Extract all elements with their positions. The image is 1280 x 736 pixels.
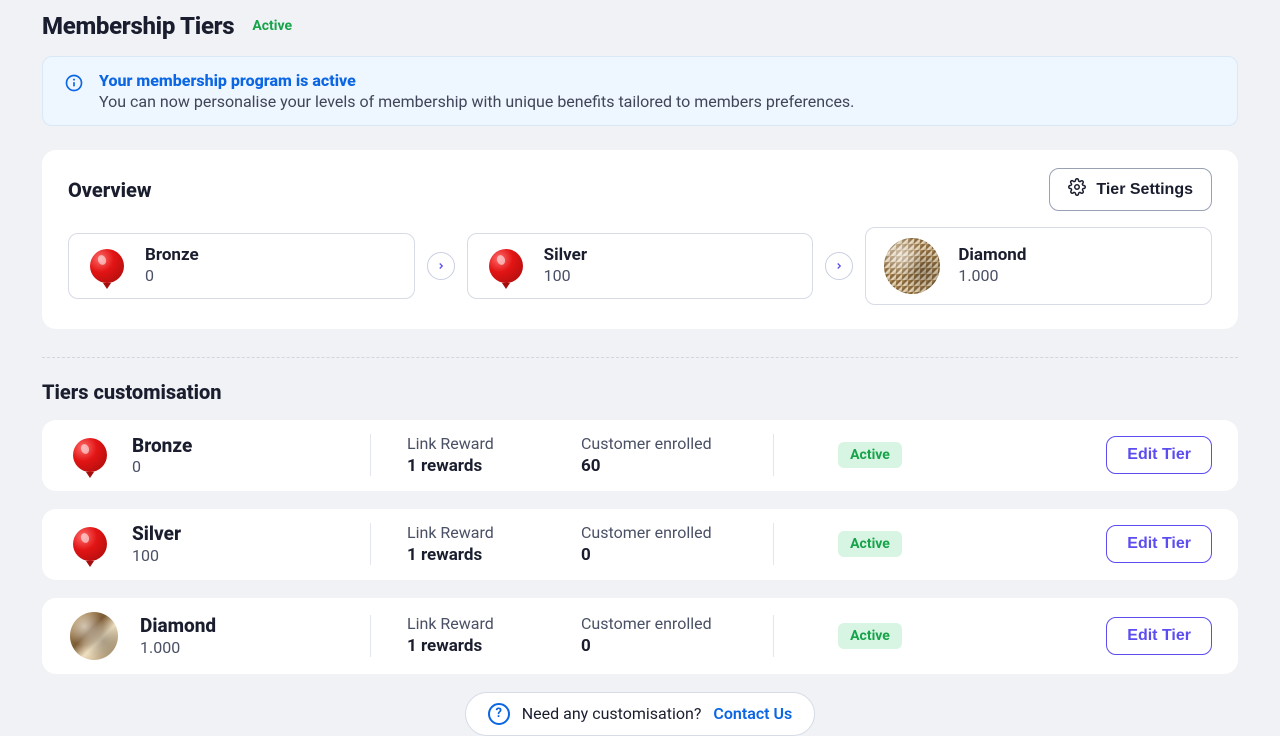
page-header: Membership Tiers Active <box>42 12 1238 40</box>
tier-threshold: 100 <box>544 266 587 287</box>
balloon-icon <box>486 246 526 286</box>
tier-threshold: 0 <box>145 266 199 287</box>
tier-row-bronze: Bronze 0 Link Reward 1 rewards Customer … <box>42 420 1238 491</box>
customisation-title: Tiers customisation <box>42 380 1238 404</box>
enrolled-label: Customer enrolled <box>581 434 767 455</box>
column-divider <box>773 434 774 476</box>
enrolled-value: 0 <box>581 635 767 657</box>
column-divider <box>370 615 371 657</box>
overview-card: Overview Tier Settings Bronze 0 <box>42 150 1238 329</box>
tier-name: Bronze <box>145 245 199 265</box>
enrolled-value: 60 <box>581 455 767 477</box>
tier-row-threshold: 100 <box>132 546 181 565</box>
edit-tier-button[interactable]: Edit Tier <box>1106 436 1212 474</box>
link-reward-value: 1 rewards <box>407 455 577 477</box>
link-reward-label: Link Reward <box>407 434 577 455</box>
edit-tier-button[interactable]: Edit Tier <box>1106 617 1212 655</box>
link-reward-label: Link Reward <box>407 614 577 635</box>
tier-row-name: Diamond <box>140 615 216 638</box>
info-icon <box>63 72 85 94</box>
help-icon: ? <box>488 703 510 725</box>
column-divider <box>370 523 371 565</box>
section-divider <box>42 357 1238 358</box>
help-text: Need any customisation? <box>522 704 702 723</box>
tier-status-badge: Active <box>838 442 902 468</box>
gear-icon <box>1068 178 1086 201</box>
tier-row-name: Silver <box>132 523 181 546</box>
enrolled-value: 0 <box>581 544 767 566</box>
tier-status-badge: Active <box>838 623 902 649</box>
next-tier-arrow[interactable] <box>825 252 853 280</box>
enrolled-label: Customer enrolled <box>581 614 767 635</box>
tier-image-icon <box>70 612 118 660</box>
tier-threshold: 1.000 <box>958 266 1026 287</box>
info-banner-title: Your membership program is active <box>99 71 854 90</box>
tier-row-threshold: 0 <box>132 457 192 476</box>
column-divider <box>370 434 371 476</box>
link-reward-value: 1 rewards <box>407 544 577 566</box>
overview-tier-bronze[interactable]: Bronze 0 <box>68 233 415 299</box>
program-status-badge: Active <box>252 18 292 34</box>
balloon-icon <box>70 524 110 564</box>
help-pill: ? Need any customisation? Contact Us <box>465 692 816 736</box>
next-tier-arrow[interactable] <box>427 252 455 280</box>
tier-row-name: Bronze <box>132 435 192 458</box>
enrolled-label: Customer enrolled <box>581 523 767 544</box>
info-banner: Your membership program is active You ca… <box>42 56 1238 126</box>
overview-tier-diamond[interactable]: Diamond 1.000 <box>865 227 1212 305</box>
tier-row-threshold: 1.000 <box>140 638 216 657</box>
tier-image-icon <box>884 238 940 294</box>
tier-row-diamond: Diamond 1.000 Link Reward 1 rewards Cust… <box>42 598 1238 674</box>
contact-us-link[interactable]: Contact Us <box>713 704 792 723</box>
column-divider <box>773 615 774 657</box>
page-title: Membership Tiers <box>42 12 234 40</box>
tier-settings-button[interactable]: Tier Settings <box>1049 168 1212 211</box>
tier-settings-label: Tier Settings <box>1096 181 1193 199</box>
edit-tier-button[interactable]: Edit Tier <box>1106 525 1212 563</box>
overview-tier-silver[interactable]: Silver 100 <box>467 233 814 299</box>
tier-status-badge: Active <box>838 531 902 557</box>
balloon-icon <box>70 435 110 475</box>
tier-name: Silver <box>544 245 587 265</box>
overview-title: Overview <box>68 178 151 202</box>
balloon-icon <box>87 246 127 286</box>
link-reward-label: Link Reward <box>407 523 577 544</box>
info-banner-body: You can now personalise your levels of m… <box>99 92 854 111</box>
tier-row-silver: Silver 100 Link Reward 1 rewards Custome… <box>42 509 1238 580</box>
tier-name: Diamond <box>958 245 1026 265</box>
column-divider <box>773 523 774 565</box>
link-reward-value: 1 rewards <box>407 635 577 657</box>
